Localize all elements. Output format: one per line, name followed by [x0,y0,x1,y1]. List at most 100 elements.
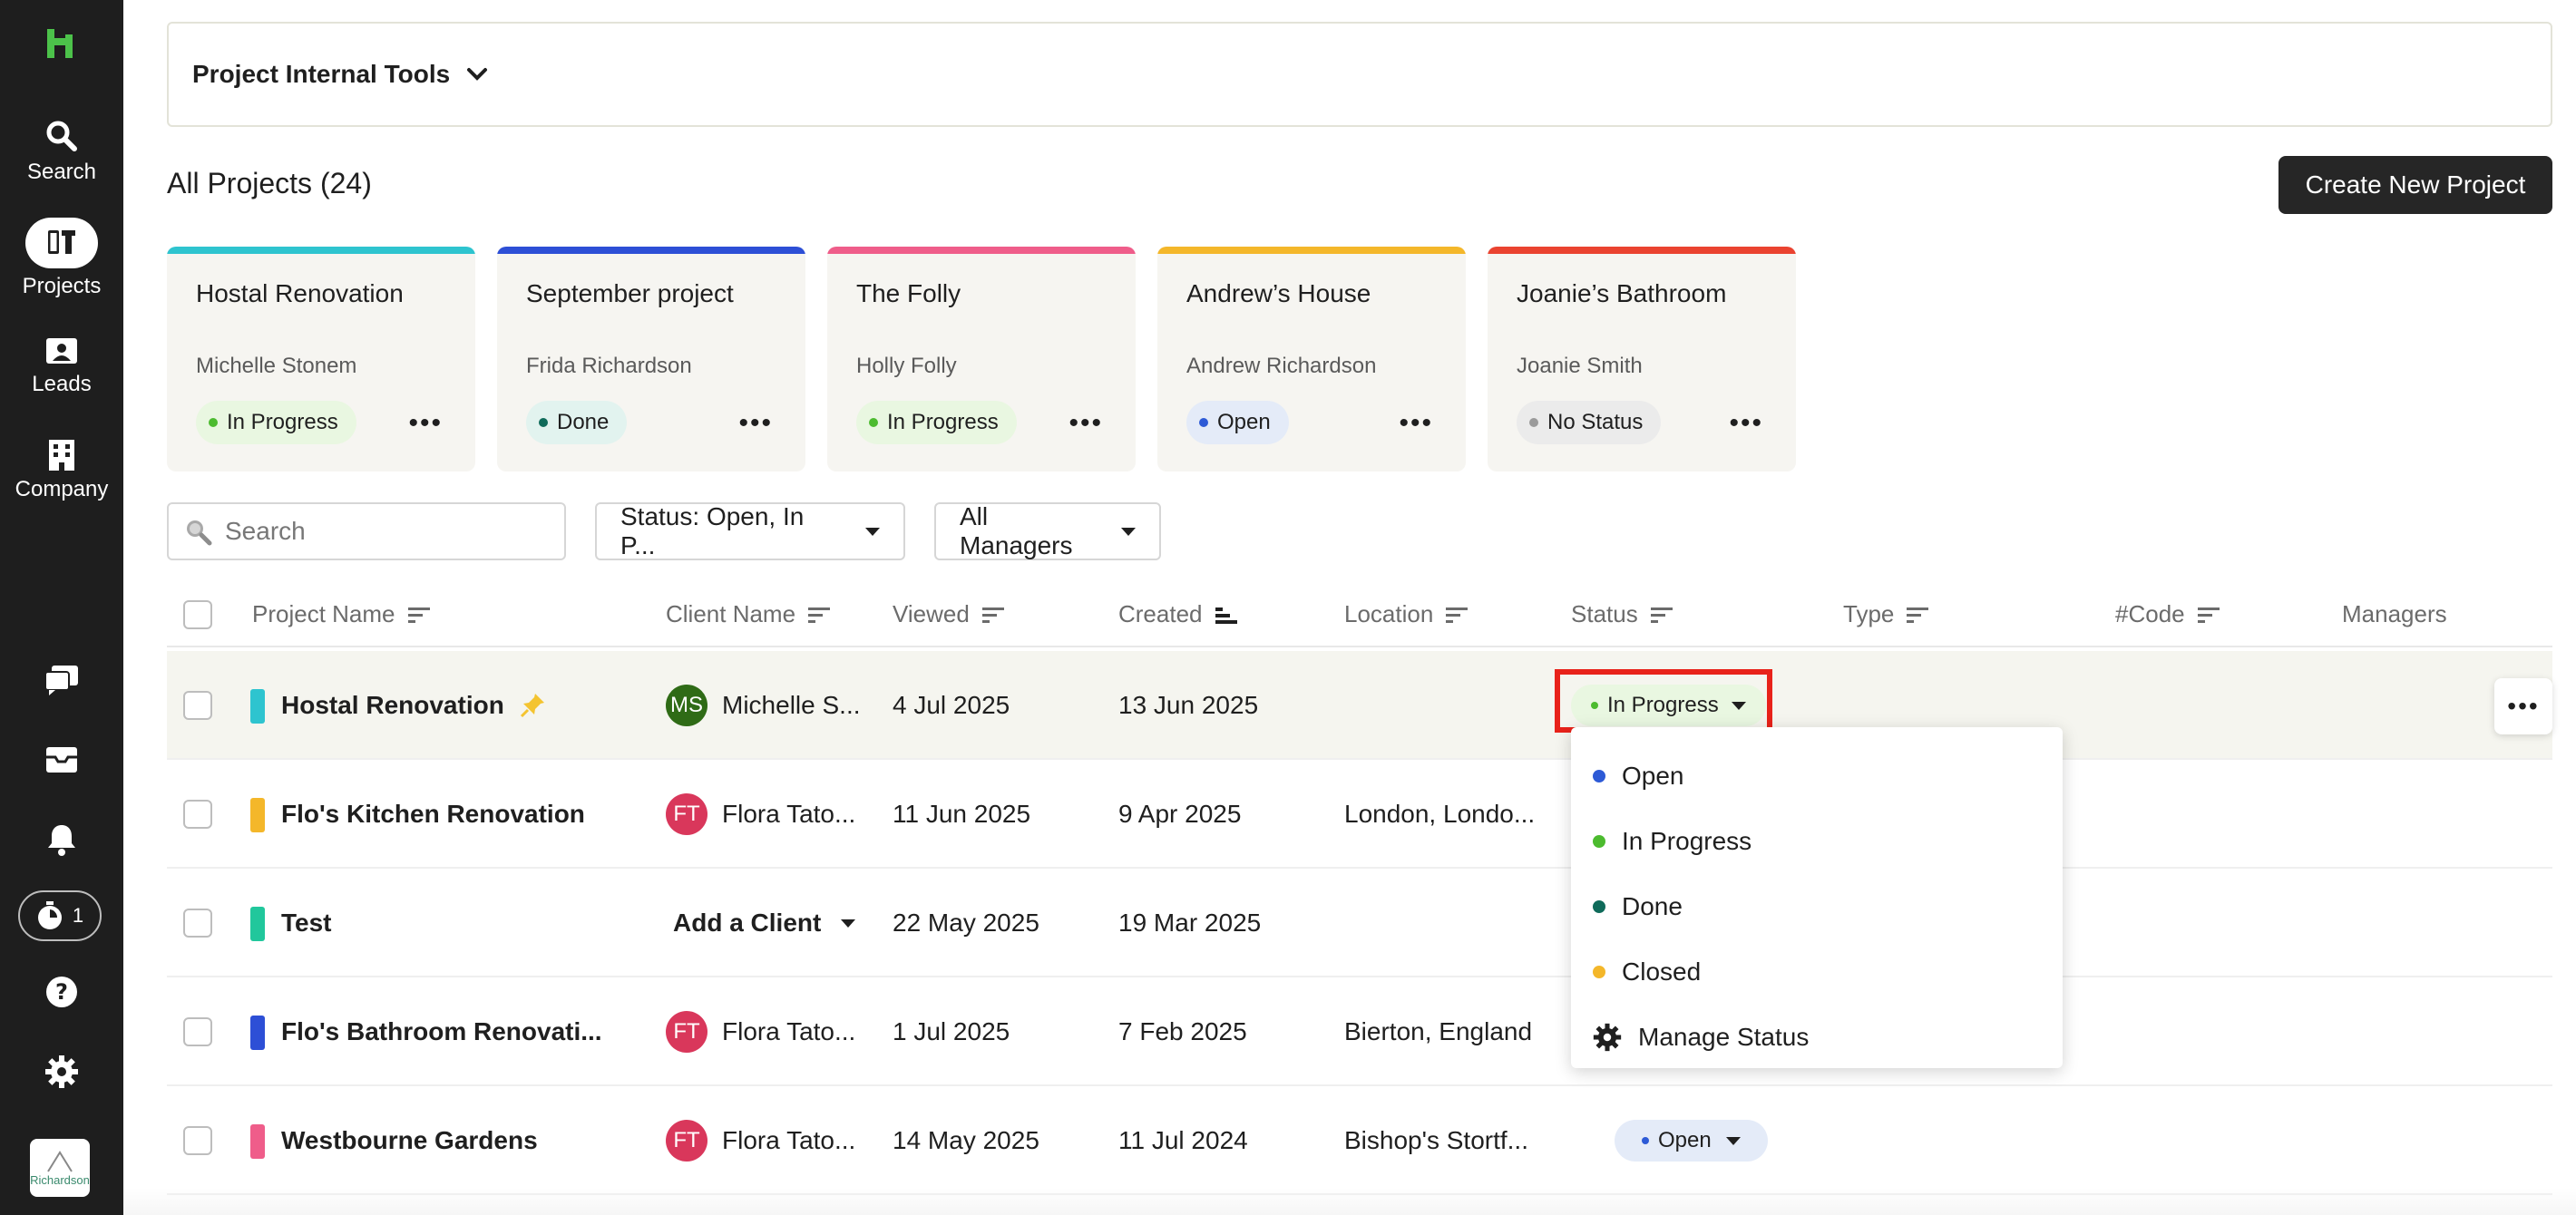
status-dropdown-menu: Open In Progress Done Closed Manage Stat… [1571,727,2063,1068]
messages-button[interactable] [40,658,83,702]
card-client: Michelle Stonem [196,354,357,378]
status-dot [869,418,878,427]
column-label: Status [1571,600,1638,627]
column-header-project-name[interactable]: Project Name [252,600,430,628]
company-logo[interactable]: Richardson [30,1139,90,1197]
table-row[interactable]: Westbourne Gardens FT Flora Tato... 14 M… [167,1086,2552,1195]
column-label: Managers [2342,600,2447,627]
column-header-client-name[interactable]: Client Name [666,600,831,628]
client-name-cell[interactable]: FT Flora Tato... [666,1086,855,1195]
column-header-status[interactable]: Status [1571,600,1673,628]
gear-icon [45,1055,78,1088]
card-status-label: In Progress [227,410,338,434]
project-card[interactable]: Andrew’s House Andrew Richardson Open ••… [1157,247,1466,471]
card-status-chip: Open [1186,401,1289,444]
main-content: Project Internal Tools All Projects (24)… [123,0,2576,1215]
project-card[interactable]: Hostal Renovation Michelle Stonem In Pro… [167,247,475,471]
workspace-selector[interactable]: Project Internal Tools [167,22,2552,127]
status-option-done[interactable]: Done [1571,874,2063,939]
settings-button[interactable] [40,1050,83,1094]
status-option-in-progress[interactable]: In Progress [1571,809,2063,874]
company-logo-text: Richardson [30,1172,90,1187]
nav-projects[interactable]: Projects [0,218,123,299]
projects-icon [48,230,75,254]
option-label: Closed [1622,957,1702,986]
row-checkbox[interactable] [183,800,212,829]
table-row[interactable]: Flo's Bathroom Renovati... FT Flora Tato… [167,977,2552,1086]
status-chip[interactable]: Open [1615,1120,1768,1162]
project-name-cell[interactable]: Flo's Kitchen Renovation [281,760,585,869]
search-box[interactable] [167,502,566,560]
app-logo-icon[interactable] [44,27,76,60]
more-icon[interactable]: ••• [1729,410,1763,437]
card-status-label: No Status [1547,410,1644,434]
bottom-fade [123,1188,2576,1215]
search-icon [187,520,212,546]
column-label: Client Name [666,600,796,627]
caret-down-icon [841,919,856,928]
column-header-viewed[interactable]: Viewed [893,600,1004,628]
manager-filter-dropdown[interactable]: All Managers [934,502,1161,560]
card-client: Frida Richardson [526,354,692,378]
project-card[interactable]: The Folly Holly Folly In Progress ••• [827,247,1136,471]
row-more-button[interactable]: ••• [2494,678,2552,734]
avatar: FT [666,1120,707,1162]
nav-leads-label: Leads [32,372,92,396]
status-dot [539,418,548,427]
more-icon[interactable]: ••• [408,410,443,437]
caret-down-icon [865,527,880,536]
project-name-cell[interactable]: Westbourne Gardens [281,1086,538,1195]
more-icon: ••• [2507,692,2540,720]
nav-company[interactable]: Company [0,439,123,502]
search-input[interactable] [225,517,551,546]
status-filter-label: Status: Open, In P... [620,502,805,559]
row-checkbox[interactable] [183,909,212,938]
more-icon[interactable]: ••• [1399,410,1433,437]
status-filter-dropdown[interactable]: Status: Open, In P... [595,502,905,560]
page-title: All Projects (24) [167,167,372,199]
help-icon: ? [46,977,77,1007]
project-name-cell[interactable]: Flo's Bathroom Renovati... [281,977,602,1086]
card-title: Hostal Renovation [196,279,404,307]
table-row[interactable]: Flo's Kitchen Renovation FT Flora Tato..… [167,760,2552,869]
row-checkbox[interactable] [183,1017,212,1046]
table-row[interactable]: Test Add a Client 22 May 2025 19 Mar 202… [167,869,2552,977]
row-checkbox[interactable] [183,691,212,720]
column-header-type[interactable]: Type [1843,600,1929,628]
project-card[interactable]: Joanie’s Bathroom Joanie Smith No Status… [1488,247,1796,471]
add-client-dropdown[interactable]: Add a Client [673,869,856,977]
more-icon[interactable]: ••• [1068,410,1103,437]
column-header-created[interactable]: Created [1118,600,1237,628]
project-name-cell[interactable]: Test [281,869,332,977]
project-name-cell[interactable]: Hostal Renovation [281,651,546,760]
create-new-project-button[interactable]: Create New Project [2278,156,2552,214]
status-cell[interactable]: Open [1615,1086,1768,1195]
table-row[interactable]: Hostal Renovation MS Michelle S... 4 Jul… [167,651,2552,760]
nav-search[interactable]: Search [0,118,123,185]
card-title: September project [526,279,734,307]
status-option-closed[interactable]: Closed [1571,939,2063,1005]
viewed-cell: 22 May 2025 [893,909,1039,937]
status-option-open[interactable]: Open [1571,744,2063,809]
inbox-button[interactable] [40,738,83,782]
pin-icon[interactable] [519,692,546,719]
column-header-code[interactable]: #Code [2115,600,2220,628]
notifications-button[interactable] [40,818,83,861]
project-card[interactable]: September project Frida Richardson Done … [497,247,805,471]
card-status-chip: No Status [1517,401,1662,444]
client-name-cell[interactable]: FT Flora Tato... [666,760,855,869]
select-all-checkbox[interactable] [183,600,212,629]
card-status-chip: In Progress [856,401,1017,444]
option-label: In Progress [1622,827,1752,855]
client-name-cell[interactable]: FT Flora Tato... [666,977,855,1086]
nav-leads[interactable]: Leads [0,337,123,397]
help-button[interactable]: ? [40,970,83,1014]
timer-button[interactable]: 1 [18,890,102,941]
more-icon[interactable]: ••• [738,410,773,437]
created-cell: 13 Jun 2025 [1118,691,1259,719]
sort-icon [1446,607,1469,623]
client-name-cell[interactable]: MS Michelle S... [666,651,861,760]
manage-status-option[interactable]: Manage Status [1571,1005,2063,1070]
row-checkbox[interactable] [183,1126,212,1155]
column-header-location[interactable]: Location [1344,600,1469,628]
